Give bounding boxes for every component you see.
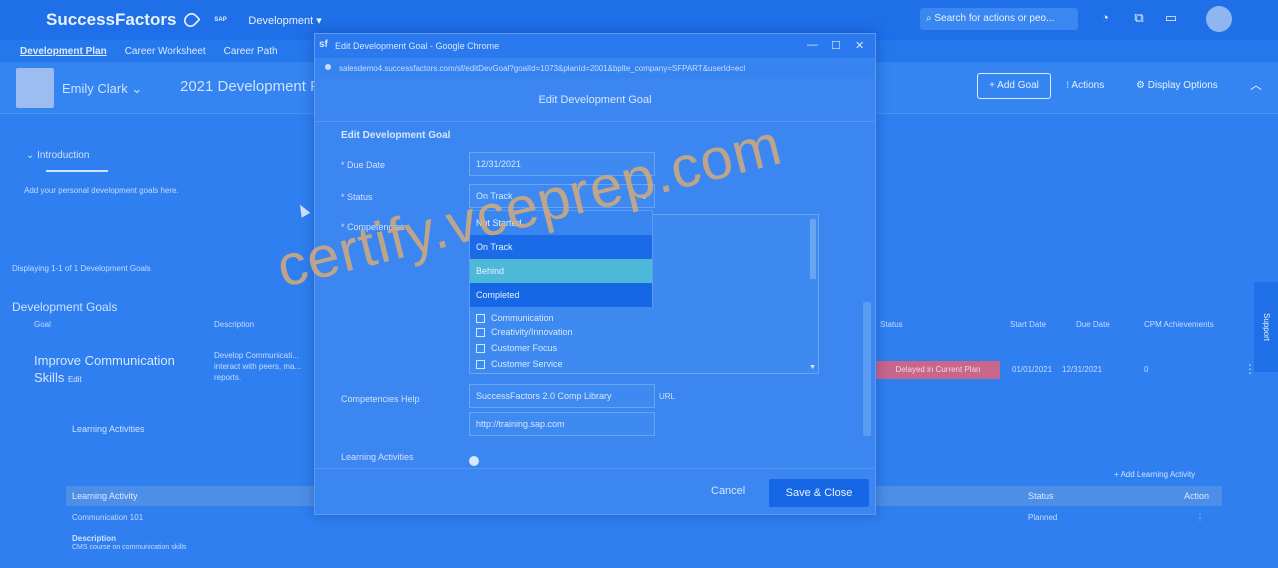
goal-due-date: 12/31/2021	[1062, 365, 1103, 374]
la-header-activity: Learning Activity	[72, 491, 138, 501]
search-input[interactable]: ⌕ Search for actions or peo...	[920, 8, 1078, 30]
sap-logo: SAP	[214, 16, 227, 23]
avatar[interactable]	[1206, 6, 1232, 32]
url-text: salesdemo4.successfactors.com/sf/editDev…	[339, 64, 746, 73]
la-description-label: Description	[72, 534, 117, 543]
tab-career-worksheet[interactable]: Career Worksheet	[125, 46, 206, 57]
checkbox[interactable]	[476, 343, 485, 353]
column-header-start: Start Date	[1010, 320, 1047, 329]
maximize-icon[interactable]: ☐	[831, 39, 841, 52]
la-header-action: Action	[1184, 491, 1210, 501]
window-title: Edit Development Goal - Google Chrome	[335, 41, 500, 51]
list-scrollbar[interactable]	[810, 219, 816, 279]
status-option-completed[interactable]: Completed	[470, 283, 652, 307]
mouse-cursor-icon	[295, 202, 311, 218]
la-description: CMS course on communication skills	[72, 544, 187, 551]
form-section-title: Edit Development Goal	[341, 130, 451, 141]
section-title: Development Goals	[12, 300, 118, 314]
list-item[interactable]: Communication	[476, 313, 554, 323]
goal-description: Develop Communicati... interact with pee…	[214, 351, 302, 382]
status-option-on-track[interactable]: On Track	[470, 235, 652, 259]
chat-icon[interactable]: ▭	[1164, 11, 1178, 25]
address-bar: salesdemo4.successfactors.com/sf/editDev…	[315, 58, 875, 78]
cast-icon[interactable]: ⧉	[1132, 11, 1146, 25]
list-item[interactable]: Creativity/Innovation	[476, 327, 573, 337]
notifications-icon[interactable]: ◔	[1098, 11, 1112, 25]
add-learning-activity-button[interactable]: + Add Learning Activity	[1114, 470, 1195, 479]
status-dropdown[interactable]: Not Started On Track Behind Completed	[469, 210, 653, 307]
tab-development-plan[interactable]: Development Plan	[20, 46, 107, 57]
collapse-icon[interactable]: ︿	[1250, 76, 1262, 93]
dialog-footer: Cancel Save & Close	[315, 468, 875, 514]
column-header-cpm: CPM Achievements	[1144, 320, 1214, 329]
chevron-down-icon: ⌄	[640, 191, 648, 201]
form-area: Edit Development Goal * Due Date 12/31/2…	[315, 122, 875, 468]
result-count: Displaying 1-1 of 1 Development Goals	[12, 264, 151, 273]
intro-text: Add your personal development goals here…	[24, 186, 179, 195]
save-close-button[interactable]: Save & Close	[769, 479, 869, 507]
edit-goal-dialog: sf Edit Development Goal - Google Chrome…	[314, 33, 876, 515]
due-date-label: * Due Date	[341, 160, 386, 170]
display-options-button[interactable]: ⚙ Display Options	[1136, 80, 1218, 91]
checkbox[interactable]	[476, 359, 485, 369]
add-goal-button[interactable]: + Add Goal	[977, 73, 1051, 99]
goal-name: Improve Communication Skills Edit	[34, 353, 175, 385]
introduction-toggle[interactable]: ⌄ Introduction	[26, 150, 89, 161]
la-activity[interactable]: Communication 101	[72, 513, 143, 522]
tab-career-path[interactable]: Career Path	[224, 46, 278, 57]
minimize-icon[interactable]: —	[807, 39, 818, 51]
competencies-help-label: Competencies Help	[341, 394, 420, 404]
actions-button[interactable]: ⁝ Actions	[1066, 80, 1104, 91]
dialog-titlebar: sf Edit Development Goal - Google Chrome…	[315, 34, 875, 58]
status-select[interactable]: On Track ⌄	[469, 184, 655, 208]
competencies-label: * Competencies	[341, 222, 405, 232]
employee-selector[interactable]: Emily Clark ⌄	[62, 81, 142, 97]
column-header-due: Due Date	[1076, 320, 1110, 329]
checkbox[interactable]	[476, 313, 485, 323]
lock-icon	[325, 64, 331, 70]
la-status: Planned	[1028, 513, 1058, 522]
sf-favicon-icon: sf	[319, 39, 328, 50]
learning-activities-label: Learning Activities	[341, 452, 414, 462]
la-row-menu-icon[interactable]: ⋮	[1196, 513, 1204, 522]
successfactors-logo[interactable]: SuccessFactors	[46, 10, 202, 30]
scroll-down-icon[interactable]: ▼	[809, 364, 816, 371]
column-header-description: Description	[214, 320, 255, 329]
list-item[interactable]: Customer Service	[476, 359, 563, 369]
competencies-help-field[interactable]: SuccessFactors 2.0 Comp Library	[469, 384, 655, 408]
tab-underline	[46, 170, 108, 172]
cancel-button[interactable]: Cancel	[711, 485, 745, 497]
goal-start-date: 01/01/2021	[1012, 365, 1053, 374]
column-header-status: Status	[880, 320, 903, 329]
learning-activities-checkbox[interactable]	[469, 456, 479, 466]
plan-title: 2021 Development Pl	[180, 78, 324, 95]
edit-goal-link[interactable]: Edit	[68, 375, 82, 384]
profile-photo	[16, 68, 54, 108]
support-tab[interactable]: Support	[1254, 282, 1278, 372]
status-label: * Status	[341, 192, 373, 202]
column-header-goal: Goal	[34, 320, 51, 329]
form-scrollbar[interactable]	[863, 302, 871, 436]
url-label: URL	[659, 392, 676, 401]
heart-icon	[181, 10, 202, 30]
due-date-field[interactable]: 12/31/2021	[469, 152, 655, 176]
help-url-field[interactable]: http://training.sap.com	[469, 412, 655, 436]
module-switcher[interactable]: Development ▾	[248, 14, 321, 27]
status-option-behind[interactable]: Behind	[470, 259, 652, 283]
status-option-not-started[interactable]: Not Started	[470, 211, 652, 235]
la-header-status: Status	[1028, 491, 1054, 501]
checkbox[interactable]	[476, 327, 485, 337]
learning-activities-title: Learning Activities	[72, 424, 145, 434]
goal-cpm: 0	[1144, 365, 1149, 374]
dialog-header: Edit Development Goal	[315, 78, 875, 122]
list-item[interactable]: Customer Focus	[476, 343, 557, 353]
close-icon[interactable]: ✕	[855, 39, 864, 52]
status-badge: Delayed in Current Plan	[876, 361, 1000, 379]
